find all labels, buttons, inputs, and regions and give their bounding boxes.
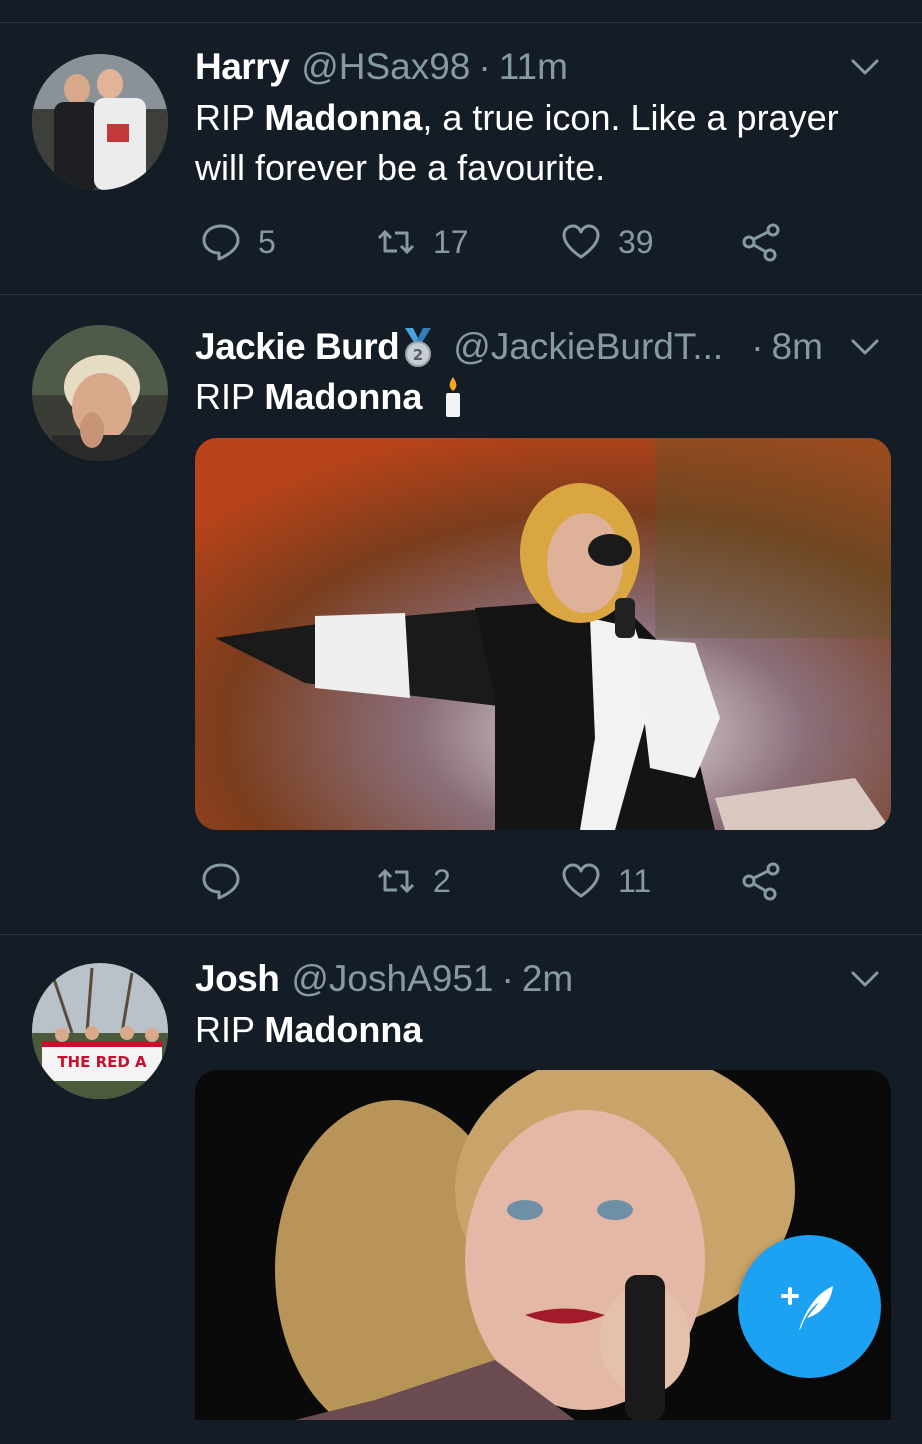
share-button[interactable] (740, 859, 782, 903)
top-divider (0, 0, 922, 23)
retweet-button[interactable]: 2 (375, 859, 451, 903)
heart-icon (562, 224, 600, 259)
retweet-button[interactable]: 17 (375, 220, 469, 264)
chevron-down-icon[interactable] (848, 50, 882, 84)
share-icon (742, 223, 780, 262)
reply-button[interactable] (200, 859, 258, 903)
timestamp: 2m (521, 958, 574, 999)
compose-tweet-icon (780, 1285, 833, 1330)
reply-icon (202, 224, 240, 261)
tweet-jackie[interactable]: Jackie Burd 2 @JackieBurdT... · 8m RIP M… (0, 295, 922, 935)
tweet-media-image[interactable] (195, 438, 891, 830)
medal-icon: 2 (405, 328, 432, 367)
tweet-header: Harry @HSax98 · 11m (195, 44, 882, 90)
retweet-count: 17 (433, 223, 469, 260)
tweet-header: Josh @JoshA951 · 2m (195, 956, 882, 1002)
like-count: 39 (618, 223, 654, 260)
reply-icon (202, 863, 240, 900)
like-button[interactable]: 39 (560, 220, 654, 264)
candle-icon (446, 377, 461, 417)
username[interactable]: @JoshA951 (291, 958, 493, 1000)
tweet-text: RIP Madonna (195, 1009, 423, 1050)
username[interactable]: @HSax98 (301, 46, 470, 88)
heart-icon (562, 863, 600, 898)
chevron-down-icon[interactable] (848, 962, 882, 996)
avatar-josh[interactable]: THE RED A (32, 963, 168, 1099)
display-name[interactable]: Harry (195, 46, 290, 88)
medal-number: 2 (413, 346, 423, 364)
retweet-icon (377, 868, 415, 894)
timestamp: 8m (771, 326, 823, 367)
avatar-harry[interactable] (32, 54, 168, 190)
tweet-header: Jackie Burd 2 @JackieBurdT... · 8m (195, 324, 882, 370)
share-button[interactable] (740, 220, 782, 264)
reply-button[interactable]: 5 (200, 220, 276, 264)
like-count: 11 (618, 862, 652, 899)
tweet-actions: 5 17 39 (195, 220, 795, 264)
share-icon (742, 862, 780, 901)
like-button[interactable]: 11 (560, 859, 651, 903)
retweet-icon (377, 229, 415, 255)
tweet-harry[interactable]: Harry @HSax98 · 11m RIP Madonna, a true … (0, 23, 922, 295)
compose-tweet-button[interactable] (738, 1235, 881, 1378)
chevron-down-icon[interactable] (848, 330, 882, 364)
username[interactable]: @JackieBurdT... (453, 326, 723, 368)
retweet-count: 2 (433, 862, 451, 899)
display-name[interactable]: Jackie Burd (195, 326, 400, 368)
separator-dot: · (751, 326, 764, 367)
tweet-text: RIP Madonna (195, 372, 872, 422)
avatar-banner-text: THE RED A (57, 1053, 147, 1071)
timestamp: 11m (498, 46, 568, 87)
display-name[interactable]: Josh (195, 958, 280, 1000)
separator-dot: · (478, 46, 491, 87)
avatar-jackie[interactable] (32, 325, 168, 461)
tweet-text: RIP Madonna, a true icon. Like a prayer … (195, 97, 839, 188)
tweet-actions: 2 11 (195, 859, 795, 903)
separator-dot: · (501, 958, 514, 999)
reply-count: 5 (258, 223, 276, 260)
